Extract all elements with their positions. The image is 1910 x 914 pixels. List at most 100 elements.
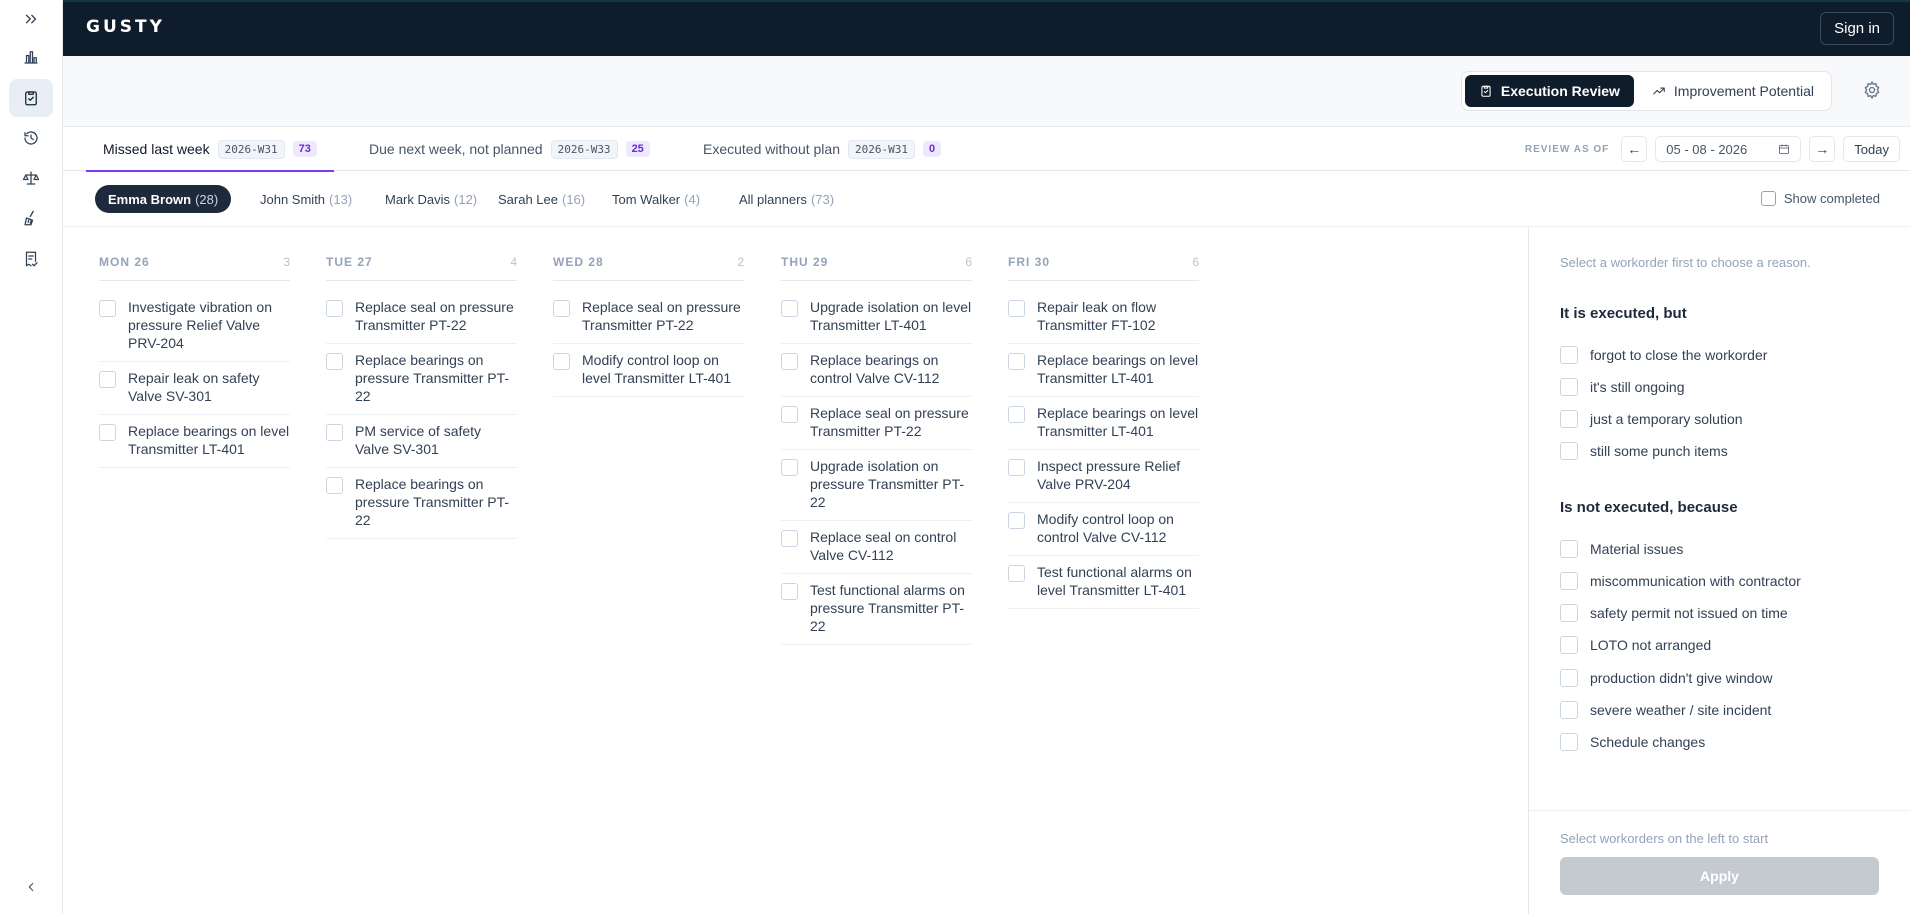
rail-item-execution-review[interactable] [9,79,53,117]
reason-checkbox[interactable] [1560,442,1578,460]
workorder-checkbox[interactable] [781,459,798,476]
workorder-card[interactable]: PM service of safety Valve SV-301 [326,415,517,468]
workorder-checkbox[interactable] [326,477,343,494]
rail-item-history[interactable] [9,119,53,157]
workorder-checkbox[interactable] [553,353,570,370]
planner-chip-sarah-lee[interactable]: Sarah Lee (16) [485,185,598,213]
workorder-checkbox[interactable] [781,300,798,317]
reason-checkbox[interactable] [1560,733,1578,751]
reason-checkbox[interactable] [1560,701,1578,719]
today-button[interactable]: Today [1843,136,1900,162]
planner-chip-emma-brown[interactable]: Emma Brown (28) [95,185,232,213]
reason-checkbox[interactable] [1560,636,1578,654]
workorder-card[interactable]: Replace bearings on level Transmitter LT… [99,415,290,468]
reason-checkbox[interactable] [1560,604,1578,622]
rail-item-balance[interactable] [9,159,53,197]
reason-option[interactable]: still some punch items [1560,442,1728,460]
workorder-card[interactable]: Modify control loop on control Valve CV-… [1008,503,1199,556]
reason-option[interactable]: it's still ongoing [1560,378,1685,396]
show-completed-toggle[interactable]: Show completed [1760,191,1880,206]
reason-checkbox[interactable] [1560,378,1578,396]
workorder-card[interactable]: Replace bearings on pressure Transmitter… [326,468,517,539]
workorder-checkbox[interactable] [781,353,798,370]
reason-label: miscommunication with contractor [1590,573,1801,589]
workorder-checkbox[interactable] [326,424,343,441]
workorder-checkbox[interactable] [1008,459,1025,476]
workorder-card[interactable]: Replace seal on pressure Transmitter PT-… [326,291,517,344]
workorder-checkbox[interactable] [326,353,343,370]
collapse-rail-button[interactable] [9,868,53,906]
execution-review-button[interactable]: Execution Review [1464,75,1634,107]
workorder-card[interactable]: Investigate vibration on pressure Relief… [99,291,290,362]
tab-executed-without-plan[interactable]: Executed without plan 2026-W31 0 [686,127,958,171]
day-count: 6 [965,255,972,269]
workorder-checkbox[interactable] [781,406,798,423]
workorder-card[interactable]: Test functional alarms on level Transmit… [1008,556,1199,609]
reason-option[interactable]: safety permit not issued on time [1560,604,1788,622]
reason-checkbox[interactable] [1560,572,1578,590]
rail-item-analytics[interactable] [9,38,53,76]
workorder-title: Investigate vibration on pressure Relief… [128,299,272,351]
show-completed-checkbox[interactable] [1760,191,1776,206]
workorder-card[interactable]: Replace seal on pressure Transmitter PT-… [553,291,744,344]
next-date-button[interactable]: → [1809,136,1836,162]
workorder-card[interactable]: Modify control loop on level Transmitter… [553,344,744,397]
workorder-checkbox[interactable] [99,424,116,441]
workorder-card[interactable]: Replace seal on pressure Transmitter PT-… [781,397,972,450]
workorder-checkbox[interactable] [1008,565,1025,582]
workorder-card[interactable]: Replace bearings on control Valve CV-112 [781,344,972,397]
reason-option[interactable]: LOTO not arranged [1560,636,1711,654]
workorder-card[interactable]: Repair leak on safety Valve SV-301 [99,362,290,415]
workorder-card[interactable]: Replace bearings on level Transmitter LT… [1008,397,1199,450]
review-date-input[interactable]: 05 - 08 - 2026 [1655,136,1802,162]
previous-date-button[interactable]: ← [1621,136,1648,162]
reason-option[interactable]: Schedule changes [1560,733,1705,751]
tab-label: Missed last week [103,141,210,157]
reason-option[interactable]: severe weather / site incident [1560,701,1771,719]
workorder-checkbox[interactable] [781,530,798,547]
reason-option[interactable]: Material issues [1560,540,1683,558]
planner-chip-tom-walker[interactable]: Tom Walker (4) [599,185,713,213]
sign-in-button[interactable]: Sign in [1820,12,1894,45]
workorder-card[interactable]: Upgrade isolation on pressure Transmitte… [781,450,972,521]
review-tabs: Missed last week 2026-W31 73 Due next we… [63,127,1910,172]
show-completed-label: Show completed [1783,191,1880,206]
workorder-checkbox[interactable] [1008,512,1025,529]
reason-option[interactable]: just a temporary solution [1560,410,1743,428]
improvement-potential-button[interactable]: Improvement Potential [1638,75,1828,107]
workorder-card[interactable]: Repair leak on flow Transmitter FT-102 [1008,291,1199,344]
apply-button[interactable]: Apply [1560,857,1879,895]
reason-checkbox[interactable] [1560,540,1578,558]
workorder-card[interactable]: Replace bearings on level Transmitter LT… [1008,344,1199,397]
planner-chip-all-planners[interactable]: All planners (73) [726,185,847,213]
workorder-card[interactable]: Replace bearings on pressure Transmitter… [326,344,517,415]
rail-item-checklist[interactable] [9,240,53,278]
reason-option[interactable]: production didn't give window [1560,669,1772,687]
workorder-checkbox[interactable] [1008,353,1025,370]
workorder-checkbox[interactable] [99,371,116,388]
settings-button[interactable] [1862,80,1882,100]
workorder-checkbox[interactable] [1008,406,1025,423]
workorder-title: Modify control loop on level Transmitter… [582,352,732,386]
reason-option[interactable]: miscommunication with contractor [1560,572,1801,590]
expand-rail-button[interactable] [9,0,53,38]
reason-checkbox[interactable] [1560,669,1578,687]
workorder-checkbox[interactable] [781,583,798,600]
workorder-card[interactable]: Replace seal on control Valve CV-112 [781,521,972,574]
workorder-checkbox[interactable] [326,300,343,317]
workorder-card[interactable]: Inspect pressure Relief Valve PRV-204 [1008,450,1199,503]
workorder-card[interactable]: Upgrade isolation on level Transmitter L… [781,291,972,344]
tab-missed-last-week[interactable]: Missed last week 2026-W31 73 [86,127,334,172]
workorder-card[interactable]: Test functional alarms on pressure Trans… [781,574,972,645]
tab-due-next-week[interactable]: Due next week, not planned 2026-W33 25 [352,127,667,171]
reason-option[interactable]: forgot to close the workorder [1560,346,1767,364]
workorder-checkbox[interactable] [553,300,570,317]
workorder-checkbox[interactable] [1008,300,1025,317]
reason-checkbox[interactable] [1560,410,1578,428]
planner-chip-mark-davis[interactable]: Mark Davis (12) [372,185,490,213]
planner-chip-john-smith[interactable]: John Smith (13) [247,185,365,213]
rail-item-cleanup[interactable] [9,199,53,237]
reason-checkbox[interactable] [1560,346,1578,364]
workorder-checkbox[interactable] [99,300,116,317]
workorder-title: Repair leak on flow Transmitter FT-102 [1037,299,1157,333]
